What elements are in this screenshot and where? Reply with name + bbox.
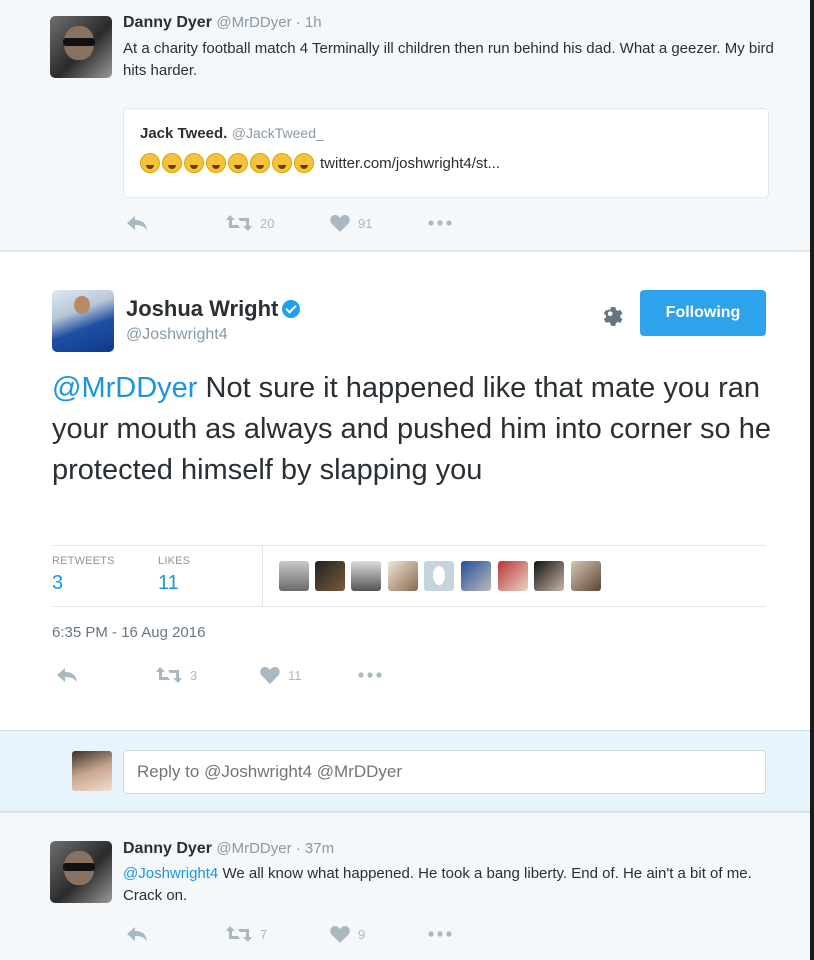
liker-avatar[interactable] <box>279 561 309 591</box>
quote-link[interactable]: twitter.com/joshwright4/st... <box>320 155 500 172</box>
mention-link[interactable]: @MrDDyer <box>52 372 197 404</box>
avatar[interactable] <box>50 16 112 78</box>
retweet-button[interactable]: 20 <box>226 215 330 231</box>
more-dots-icon <box>428 931 452 937</box>
author-handle[interactable]: @MrDDyer · 37m <box>216 840 334 857</box>
tweet-text: @MrDDyer Not sure it happened like that … <box>52 368 772 491</box>
window-edge <box>810 0 814 960</box>
following-button[interactable]: Following <box>640 290 766 336</box>
like-button[interactable]: 9 <box>330 925 428 943</box>
author-name[interactable]: Joshua Wright <box>126 296 278 321</box>
reply-icon <box>127 216 147 230</box>
laughing-emoji-icon <box>162 153 182 173</box>
heart-icon <box>330 926 350 943</box>
like-button[interactable]: 91 <box>330 214 428 232</box>
quote-author-name: Jack Tweed. <box>140 125 228 142</box>
permalink-tweet: Joshua Wright @Joshwright4 Following @Mr… <box>0 252 814 730</box>
reply-button[interactable] <box>126 215 226 231</box>
reply-composer <box>0 730 814 812</box>
weary-emoji-icon <box>272 153 292 173</box>
mention-link[interactable]: @Joshwright4 <box>123 865 218 882</box>
tweet-actions: 7 9 <box>126 925 452 943</box>
likes-count[interactable]: 11 <box>158 572 179 595</box>
laughing-emoji-icon <box>140 153 160 173</box>
likes-label: LIKES <box>158 555 191 567</box>
liker-avatar[interactable] <box>388 561 418 591</box>
current-user-avatar <box>72 751 112 791</box>
like-button[interactable]: 11 <box>260 666 358 684</box>
like-count: 91 <box>358 215 373 231</box>
laughing-emoji-icon <box>184 153 204 173</box>
retweet-icon <box>226 926 252 942</box>
quote-body: twitter.com/joshwright4/st... <box>140 153 500 173</box>
tweet-actions: 3 11 <box>56 666 382 684</box>
retweet-count: 7 <box>260 926 268 942</box>
author-name[interactable]: Danny Dyer <box>123 840 212 857</box>
top-tweet[interactable]: Danny Dyer @MrDDyer · 1h At a charity fo… <box>0 0 814 251</box>
tweet-stats: RETWEETS 3 LIKES 11 <box>52 545 766 607</box>
retweet-icon <box>226 215 252 231</box>
verified-badge-icon <box>282 300 301 318</box>
reply-button[interactable] <box>126 926 226 942</box>
more-button[interactable] <box>428 220 452 226</box>
retweet-count: 3 <box>190 667 198 683</box>
liker-avatar[interactable] <box>534 561 564 591</box>
retweet-count: 20 <box>260 215 275 231</box>
weary-emoji-icon <box>228 153 248 173</box>
liker-avatar[interactable] <box>424 561 454 591</box>
author-handle[interactable]: @Joshwright4 <box>126 326 228 344</box>
avatar[interactable] <box>50 841 112 903</box>
like-count: 9 <box>358 926 366 942</box>
retweet-icon <box>156 667 182 683</box>
quote-author-handle: @JackTweed_ <box>231 125 324 141</box>
tweet-timestamp[interactable]: 6:35 PM - 16 Aug 2016 <box>52 624 205 641</box>
quoted-tweet[interactable]: Jack Tweed. @JackTweed_ twitter.com/josh… <box>123 108 769 198</box>
weary-emoji-icon <box>250 153 270 173</box>
quote-header: Jack Tweed. @JackTweed_ <box>140 125 324 143</box>
divider <box>262 546 263 606</box>
tweet-text: @Joshwright4 We all know what happened. … <box>123 863 783 907</box>
retweets-count[interactable]: 3 <box>52 572 63 595</box>
retweet-button[interactable]: 3 <box>156 667 260 683</box>
liker-avatar[interactable] <box>461 561 491 591</box>
egg-avatar-icon <box>433 566 445 585</box>
heart-icon <box>330 215 350 232</box>
more-button[interactable] <box>428 931 452 937</box>
tweet-header: Joshua Wright <box>126 296 301 322</box>
tweet-actions: 20 91 <box>126 214 452 232</box>
tweet-body: We all know what happened. He took a ban… <box>123 865 752 904</box>
weary-emoji-icon <box>294 153 314 173</box>
avatar[interactable] <box>52 290 114 352</box>
tweet-header: Danny Dyer @MrDDyer · 1h <box>123 14 322 32</box>
author-handle[interactable]: @MrDDyer · 1h <box>216 14 321 31</box>
retweets-label: RETWEETS <box>52 555 115 567</box>
tweet-text: At a charity football match 4 Terminally… <box>123 40 774 79</box>
reply-tweet[interactable]: Danny Dyer @MrDDyer · 37m @Joshwright4 W… <box>0 812 814 960</box>
more-dots-icon <box>358 672 382 678</box>
liker-avatar[interactable] <box>498 561 528 591</box>
gear-icon[interactable] <box>598 302 624 328</box>
reply-icon <box>57 668 77 682</box>
retweet-button[interactable]: 7 <box>226 926 330 942</box>
more-dots-icon <box>428 220 452 226</box>
liker-avatar[interactable] <box>571 561 601 591</box>
liker-avatar[interactable] <box>351 561 381 591</box>
heart-icon <box>260 667 280 684</box>
liker-avatar[interactable] <box>315 561 345 591</box>
reply-icon <box>127 927 147 941</box>
tweet-header: Danny Dyer @MrDDyer · 37m <box>123 840 334 858</box>
like-count: 11 <box>288 667 302 683</box>
author-name[interactable]: Danny Dyer <box>123 14 212 31</box>
reply-button[interactable] <box>56 667 156 683</box>
laughing-emoji-icon <box>206 153 226 173</box>
more-button[interactable] <box>358 672 382 678</box>
reply-input[interactable] <box>123 750 766 794</box>
